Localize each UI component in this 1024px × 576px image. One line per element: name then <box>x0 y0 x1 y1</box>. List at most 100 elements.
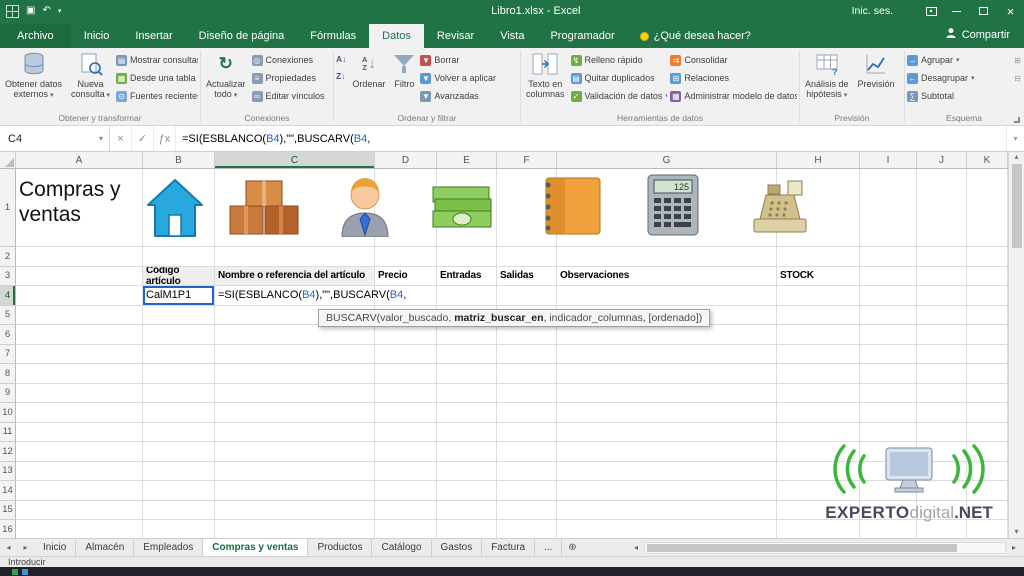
cell-I14[interactable] <box>860 481 917 501</box>
cell-G12[interactable] <box>557 442 777 462</box>
cell-A13[interactable] <box>16 462 143 482</box>
new-query-button[interactable]: Nuevaconsulta ▾ <box>68 49 113 102</box>
sheet-tab-cat-logo[interactable]: Catálogo <box>372 539 431 556</box>
cell-G13[interactable] <box>557 462 777 482</box>
vertical-scroll-thumb[interactable] <box>1012 164 1022 248</box>
tab-revisar[interactable]: Revisar <box>424 24 487 48</box>
cell-G16[interactable] <box>557 520 777 538</box>
vertical-scrollbar[interactable]: ▴ ▾ <box>1008 152 1024 538</box>
cell-K11[interactable] <box>967 423 1008 443</box>
ungroup-button[interactable]: ←Desagrupar ▾⊟ <box>907 71 1021 85</box>
cell-B13[interactable] <box>143 462 215 482</box>
cell-F4[interactable] <box>497 286 557 306</box>
cell-K10[interactable] <box>967 403 1008 423</box>
cell-C2[interactable] <box>215 247 375 267</box>
cell-G14[interactable] <box>557 481 777 501</box>
row-header-9[interactable]: 9 <box>0 384 16 404</box>
row-header-2[interactable]: 2 <box>0 247 16 267</box>
cell-F13[interactable] <box>497 462 557 482</box>
scroll-down-icon[interactable]: ▾ <box>1014 527 1018 538</box>
cell-F8[interactable] <box>497 364 557 384</box>
cell-E7[interactable] <box>437 345 497 365</box>
select-all-corner[interactable] <box>0 152 16 168</box>
show-detail-icon[interactable]: ⊞ <box>1014 56 1021 65</box>
taskbar-app-icon[interactable] <box>22 569 28 575</box>
data-validation-button[interactable]: ✓Validación de datos ▾ <box>571 89 668 103</box>
manage-data-model-button[interactable]: ▦Administrar modelo de datos <box>670 89 797 103</box>
new-sheet-icon[interactable]: ⊕ <box>562 539 582 556</box>
name-box[interactable]: C4 ▾ <box>0 126 110 151</box>
ribbon-display-options-button[interactable]: ▴ <box>919 0 943 22</box>
get-external-data-button[interactable]: Obtener datosexternos ▾ <box>2 49 65 102</box>
cell-E15[interactable] <box>437 501 497 521</box>
cell-I3[interactable] <box>860 267 917 287</box>
cell-A1[interactable]: Compras y ventas <box>16 169 143 247</box>
cell-A2[interactable] <box>16 247 143 267</box>
cell-A5[interactable] <box>16 306 143 326</box>
cell-C10[interactable] <box>215 403 375 423</box>
row-header-12[interactable]: 12 <box>0 442 16 462</box>
cell-J10[interactable] <box>917 403 967 423</box>
flash-fill-button[interactable]: ↯Relleno rápido <box>571 53 668 67</box>
cell-F14[interactable] <box>497 481 557 501</box>
cell-D15[interactable] <box>375 501 437 521</box>
tab-datos[interactable]: Datos <box>369 24 424 48</box>
cell-I11[interactable] <box>860 423 917 443</box>
name-box-dropdown-icon[interactable]: ▾ <box>93 134 109 143</box>
cell-B15[interactable] <box>143 501 215 521</box>
row-header-7[interactable]: 7 <box>0 345 16 365</box>
cell-C6[interactable] <box>215 325 375 345</box>
cell-D1[interactable] <box>375 169 437 247</box>
tab-diseno-de-pagina[interactable]: Diseño de página <box>186 24 298 48</box>
cell-J16[interactable] <box>917 520 967 538</box>
column-header-d[interactable]: D <box>375 152 437 168</box>
sheet-nav-left-icon[interactable]: ◂ <box>0 539 17 556</box>
row-header-4[interactable]: 4 <box>0 286 16 306</box>
cell-H4[interactable] <box>777 286 860 306</box>
row-header-15[interactable]: 15 <box>0 501 16 521</box>
tab-programador[interactable]: Programador <box>537 24 627 48</box>
cell-J8[interactable] <box>917 364 967 384</box>
column-header-g[interactable]: G <box>557 152 777 168</box>
hide-detail-icon[interactable]: ⊟ <box>1014 74 1021 83</box>
properties-button[interactable]: ≡Propiedades <box>252 71 325 85</box>
cell-E9[interactable] <box>437 384 497 404</box>
cell-A16[interactable] <box>16 520 143 538</box>
cell-E12[interactable] <box>437 442 497 462</box>
cell-I7[interactable] <box>860 345 917 365</box>
cell-D6[interactable] <box>375 325 437 345</box>
cell-K15[interactable] <box>967 501 1008 521</box>
cell-F1[interactable] <box>497 169 557 247</box>
cell-E14[interactable] <box>437 481 497 501</box>
cell-A11[interactable] <box>16 423 143 443</box>
tab-vista[interactable]: Vista <box>487 24 537 48</box>
cell-J3[interactable] <box>917 267 967 287</box>
column-header-c[interactable]: C <box>215 152 375 168</box>
cell-K16[interactable] <box>967 520 1008 538</box>
cell-D3[interactable]: Precio <box>375 267 437 287</box>
column-header-a[interactable]: A <box>16 152 143 168</box>
cell-K7[interactable] <box>967 345 1008 365</box>
cell-G7[interactable] <box>557 345 777 365</box>
cell-E8[interactable] <box>437 364 497 384</box>
group-button[interactable]: →Agrupar ▾⊞ <box>907 53 1021 67</box>
subtotal-button[interactable]: ∑Subtotal <box>907 89 1021 103</box>
cell-K14[interactable] <box>967 481 1008 501</box>
cell-D11[interactable] <box>375 423 437 443</box>
cell-B6[interactable] <box>143 325 215 345</box>
cell-I2[interactable] <box>860 247 917 267</box>
insert-function-button[interactable]: ƒx <box>154 126 176 151</box>
cell-H6[interactable] <box>777 325 860 345</box>
cell-I8[interactable] <box>860 364 917 384</box>
cell-F7[interactable] <box>497 345 557 365</box>
cell-A9[interactable] <box>16 384 143 404</box>
clear-filter-button[interactable]: ▼Borrar <box>420 53 496 67</box>
cell-H3[interactable]: STOCK <box>777 267 860 287</box>
cell-I15[interactable] <box>860 501 917 521</box>
column-header-f[interactable]: F <box>497 152 557 168</box>
cell-B11[interactable] <box>143 423 215 443</box>
scroll-up-icon[interactable]: ▴ <box>1014 152 1018 161</box>
cell-H14[interactable] <box>777 481 860 501</box>
cell-F11[interactable] <box>497 423 557 443</box>
connections-button[interactable]: ◎Conexiones <box>252 53 325 67</box>
